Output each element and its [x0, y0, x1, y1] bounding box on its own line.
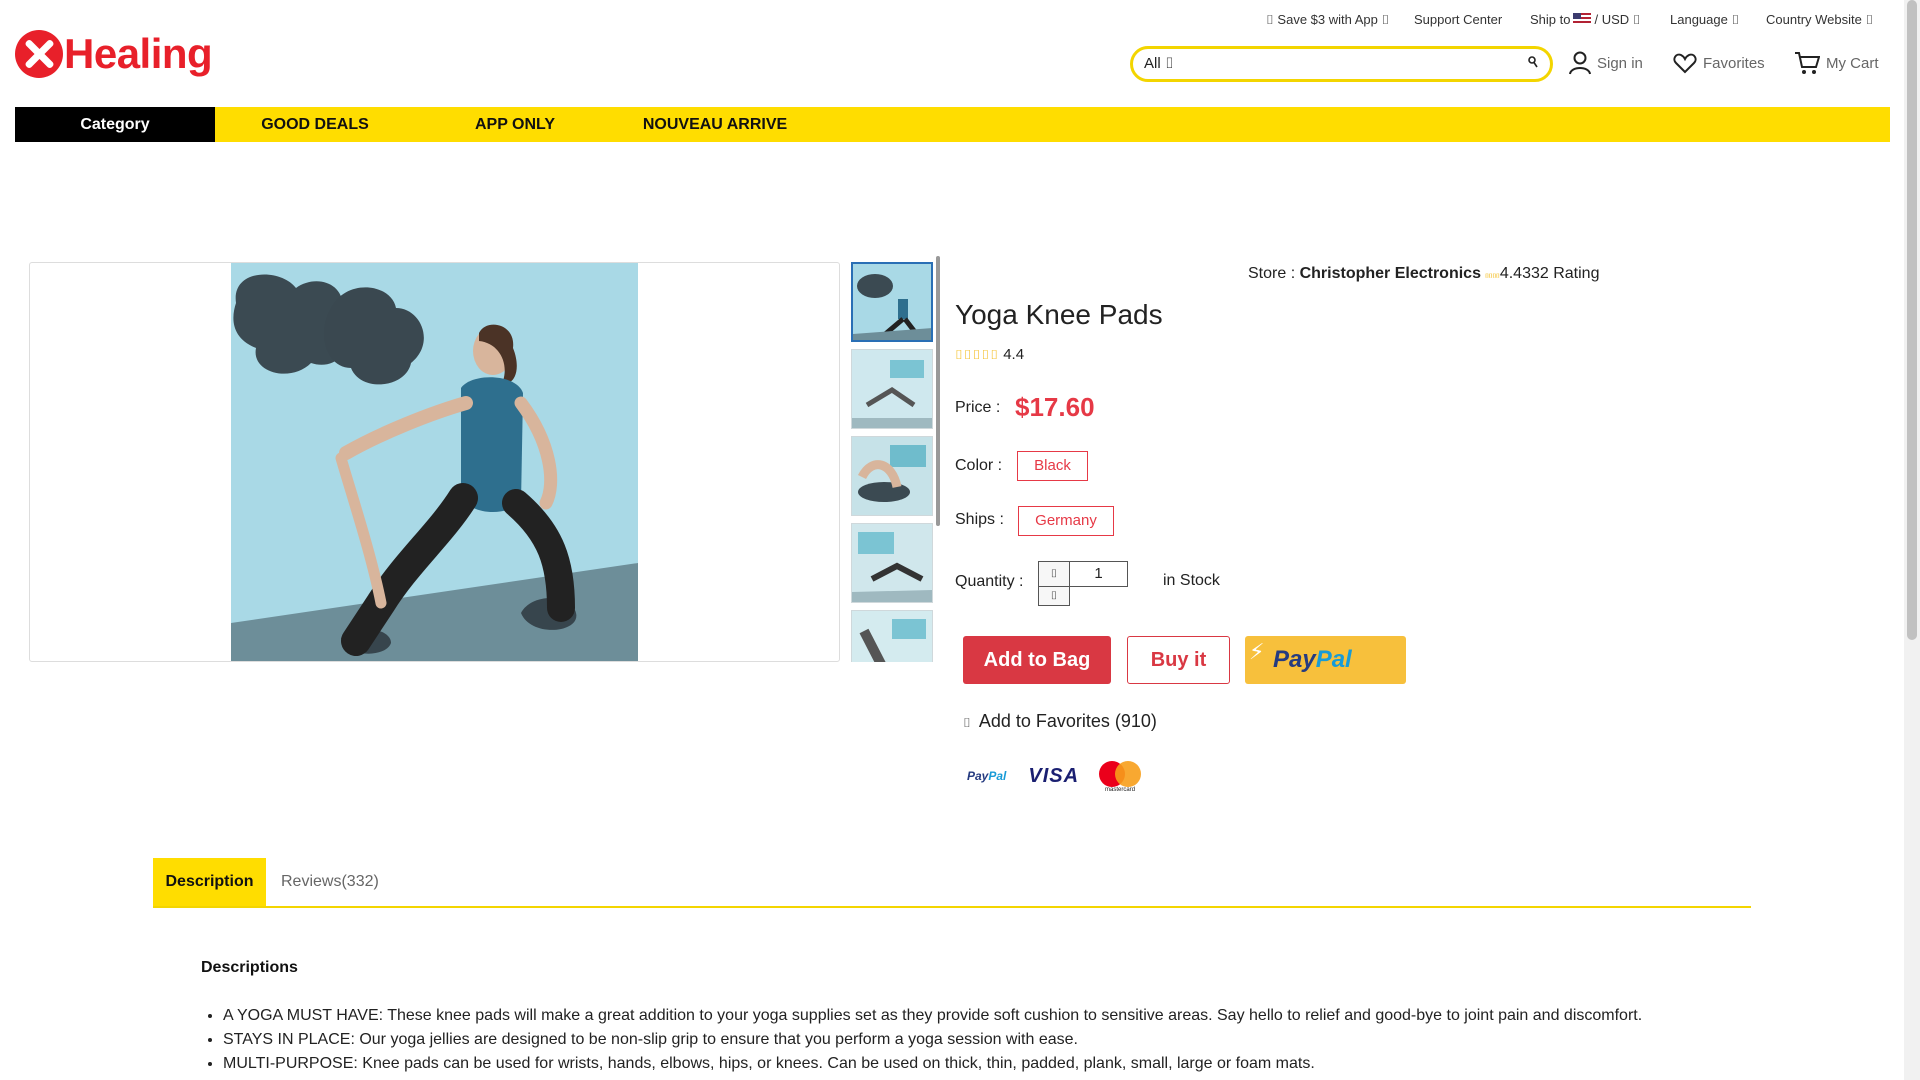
store-rating-text: 4.4332 Rating [1499, 265, 1600, 282]
page-scrollbar[interactable] [1904, 0, 1920, 1080]
description-list: A YOGA MUST HAVE: These knee pads will m… [223, 1006, 1823, 1078]
buy-it-button[interactable]: Buy it [1127, 636, 1230, 684]
tab-reviews[interactable]: Reviews(332) [281, 858, 379, 906]
thumbnail-2[interactable] [851, 349, 933, 429]
store-info: Store : Christopher Electronics ⌷⌷⌷⌷4.43… [1248, 265, 1599, 283]
price-label: Price : [955, 399, 1001, 416]
top-utility-bar: ⌷ Save $3 with App ⌷ Support Center Ship… [0, 12, 1900, 28]
nav-app-only[interactable]: APP ONLY [415, 107, 615, 142]
color-label: Color : [955, 457, 1003, 474]
product-price: $17.60 [1015, 392, 1095, 422]
search-input[interactable] [1188, 53, 1488, 75]
ships-option-germany[interactable]: Germany [1018, 506, 1114, 536]
bolt-icon: ⚡ [1249, 639, 1265, 664]
payment-methods: PayPal VISA mastercard [967, 758, 1142, 794]
sign-in-link[interactable]: Sign in [1569, 50, 1643, 76]
thumbnail-5[interactable] [851, 610, 933, 662]
search-icon [1528, 56, 1538, 68]
us-flag-icon [1573, 13, 1592, 25]
paypal-logo: PayPal [1273, 646, 1352, 674]
add-to-bag-button[interactable]: Add to Bag [963, 636, 1111, 684]
stock-status: in Stock [1163, 572, 1220, 589]
site-logo[interactable]: Healing [15, 30, 213, 78]
paypal-payment-logo: PayPal [967, 769, 1006, 783]
product-main-image[interactable] [29, 262, 840, 662]
mastercard-text: mastercard [1105, 787, 1136, 793]
paypal-payment-part-2: Pal [988, 769, 1007, 783]
ship-to-label: Ship to [1530, 12, 1571, 27]
add-to-favorites-label: Add to Favorites (910) [978, 711, 1157, 731]
mastercard-logo: mastercard [1099, 759, 1142, 793]
product-photo [231, 263, 638, 661]
tab-description[interactable]: Description [153, 858, 266, 906]
description-bullet: MULTI-PURPOSE: Knee pads can be used for… [223, 1054, 1823, 1078]
store-name-link[interactable]: Christopher Electronics [1300, 265, 1481, 282]
thumbnail-scrollbar[interactable] [936, 256, 940, 526]
rating-stars: ⌷⌷⌷⌷⌷ [955, 347, 1000, 362]
main-nav: Category GOOD DEALS APP ONLY NOUVEAU ARR… [15, 107, 1890, 142]
heart-icon [1673, 53, 1697, 74]
quantity-decrease-button[interactable]: ⌷ [1038, 586, 1070, 606]
country-website-selector[interactable]: Country Website ⌷ [1766, 12, 1873, 28]
description-bullet: STAYS IN PLACE: Our yoga jellies are des… [223, 1030, 1823, 1054]
quantity-label: Quantity : [955, 573, 1024, 590]
nav-nouveau-arrive[interactable]: NOUVEAU ARRIVE [615, 107, 815, 142]
quantity-input[interactable]: 1 [1069, 561, 1128, 587]
nav-category[interactable]: Category [15, 107, 215, 142]
ships-label: Ships : [955, 511, 1004, 528]
favorite-heart-icon: ⌷ [963, 715, 971, 730]
user-icon [1569, 51, 1591, 75]
mastercard-orange-circle [1115, 761, 1142, 787]
nav-good-deals[interactable]: GOOD DEALS [215, 107, 415, 142]
color-option-black[interactable]: Black [1017, 451, 1088, 481]
language-selector[interactable]: Language ⌷ [1670, 12, 1739, 28]
product-tabs: Description Reviews(332) [153, 858, 1751, 908]
store-rating-stars: ⌷⌷⌷⌷ [1485, 274, 1500, 280]
search-category-select[interactable]: All ⌷ [1144, 55, 1174, 72]
save-with-app-link[interactable]: ⌷ Save $3 with App ⌷ [1266, 12, 1389, 28]
ship-to-selector[interactable]: Ship to / USD ⌷ [1530, 12, 1641, 28]
cart-icon [1795, 52, 1820, 74]
favorites-label: Favorites [1703, 54, 1765, 72]
description-heading: Descriptions [201, 959, 298, 976]
product-title: Yoga Knee Pads [955, 299, 1163, 330]
logo-text: Healing [64, 30, 213, 77]
cart-label: My Cart [1826, 54, 1879, 72]
quantity-increase-button[interactable]: ⌷ [1038, 561, 1070, 587]
paypal-logo-part-2: Pal [1315, 646, 1352, 673]
add-to-favorites-link[interactable]: ⌷ Add to Favorites (910) [963, 711, 1157, 732]
visa-logo: VISA [1028, 764, 1080, 787]
thumbnail-3[interactable] [851, 436, 933, 516]
store-prefix: Store : [1248, 265, 1296, 282]
currency-label: / USD ⌷ [1594, 12, 1641, 27]
paypal-button[interactable]: ⚡ PayPal [1245, 636, 1406, 684]
sign-in-label: Sign in [1597, 54, 1643, 72]
scrollbar-thumb[interactable] [1907, 0, 1917, 640]
thumbnail-strip [851, 262, 933, 662]
paypal-payment-part-1: Pay [967, 769, 989, 783]
product-rating: ⌷⌷⌷⌷⌷ 4.4 [955, 346, 1024, 363]
favorites-link[interactable]: Favorites [1673, 50, 1765, 76]
logo-x-icon [15, 30, 63, 78]
paypal-logo-part-1: Pay [1273, 646, 1316, 673]
support-center-link[interactable]: Support Center [1414, 12, 1502, 27]
cart-link[interactable]: My Cart [1794, 50, 1879, 76]
rating-value: 4.4 [1003, 346, 1025, 363]
search-button[interactable] [1528, 55, 1538, 71]
thumbnail-1[interactable] [851, 262, 933, 342]
thumbnail-4[interactable] [851, 523, 933, 603]
search-bar: All ⌷ [1130, 46, 1553, 82]
description-bullet: A YOGA MUST HAVE: These knee pads will m… [223, 1006, 1823, 1030]
